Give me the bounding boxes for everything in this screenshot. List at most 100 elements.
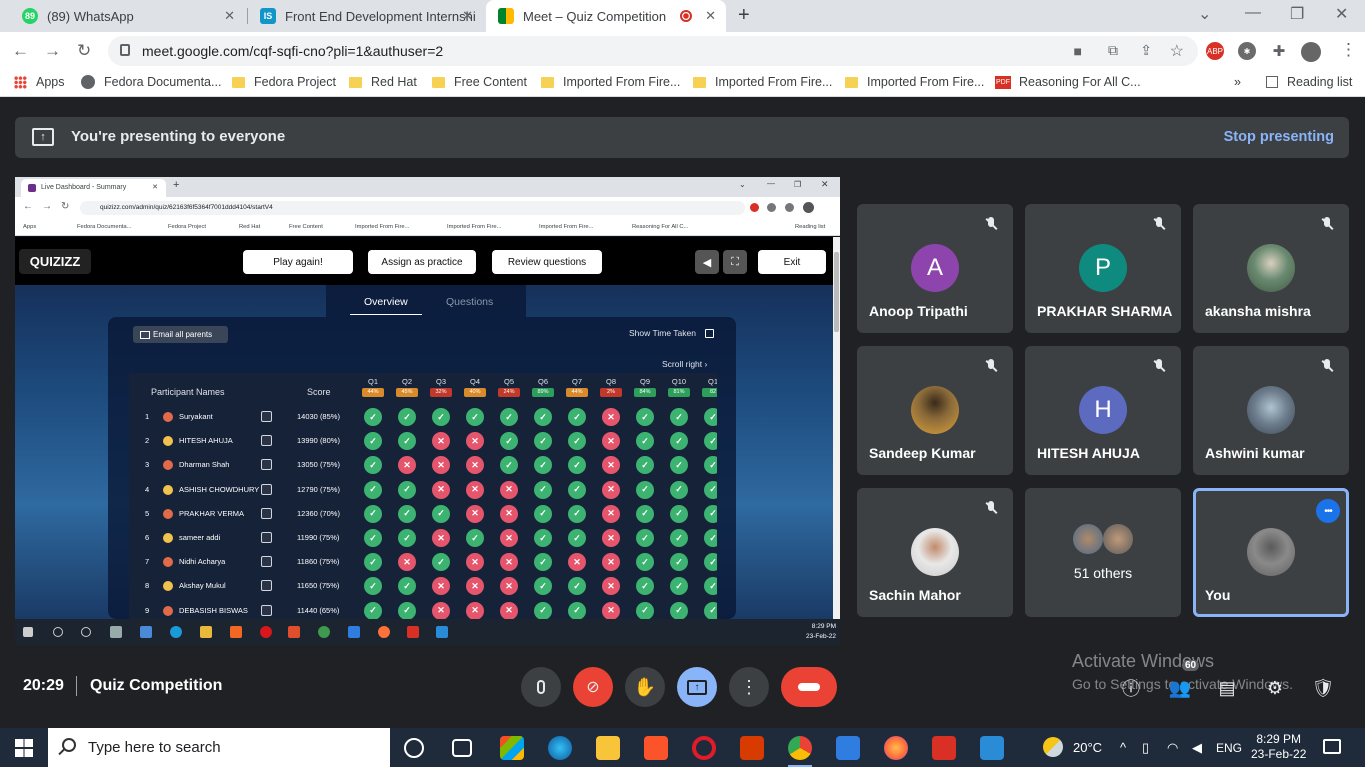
new-tab-button[interactable]: + — [738, 4, 750, 27]
correct-answer-icon: ✓ — [568, 504, 586, 523]
participant-tile[interactable]: A Anoop Tripathi — [857, 204, 1013, 333]
tab-internshala[interactable]: IS Front End Development Internshi ✕ — [248, 0, 483, 32]
participant-tile[interactable]: Sachin Mahor — [857, 488, 1013, 617]
tray-device-icon[interactable]: ▯ — [1142, 728, 1149, 767]
stop-presenting-button[interactable]: Stop presenting — [1224, 129, 1334, 145]
weather-temp[interactable]: 20°C — [1073, 728, 1102, 767]
mic-button[interactable] — [521, 667, 561, 707]
mic-off-icon — [983, 358, 999, 374]
chrome-icon[interactable] — [788, 736, 812, 760]
participant-tile[interactable]: Ashwini kumar — [1193, 346, 1349, 475]
bookmark-red-hat[interactable]: Red Hat — [349, 75, 417, 89]
raise-hand-button[interactable]: ✋ — [625, 667, 665, 707]
camera-icon[interactable]: ■ — [1074, 43, 1082, 59]
brave-icon[interactable] — [644, 736, 668, 760]
office-icon[interactable] — [740, 736, 764, 760]
correct-answer-icon: ✓ — [500, 456, 518, 475]
avatar-photo — [1247, 528, 1295, 576]
close-icon[interactable]: ✕ — [462, 8, 473, 24]
participant-tile[interactable]: Sandeep Kumar — [857, 346, 1013, 475]
people-icon[interactable]: 👥 — [1168, 676, 1192, 700]
minimize-icon[interactable]: — — [1245, 4, 1261, 22]
bookmark-imported-3[interactable]: Imported From Fire... — [845, 75, 984, 89]
share-icon[interactable]: ⇪ — [1140, 42, 1152, 59]
close-icon[interactable]: ✕ — [705, 8, 716, 24]
wrong-answer-icon: ✕ — [466, 480, 484, 499]
wrong-answer-icon: ✕ — [500, 480, 518, 499]
reload-icon[interactable]: ↻ — [77, 41, 91, 61]
wrong-answer-icon: ✕ — [602, 553, 620, 572]
bookmark-imported-2[interactable]: Imported From Fire... — [693, 75, 832, 89]
tab-search-icon[interactable]: ⌄ — [1198, 4, 1211, 24]
menu-kebab-icon[interactable]: ⋮ — [1340, 40, 1357, 60]
leave-call-button[interactable] — [781, 667, 837, 707]
bookmark-fedora-docs[interactable]: Fedora Documenta... — [81, 75, 221, 89]
meeting-details-icon[interactable]: ⓘ — [1119, 676, 1143, 700]
chat-icon[interactable]: ▤ — [1215, 676, 1239, 700]
back-icon[interactable]: ← — [12, 41, 29, 61]
bookmark-fedora-project[interactable]: Fedora Project — [232, 75, 336, 89]
close-icon[interactable]: ✕ — [224, 8, 235, 24]
bookmark-reasoning[interactable]: PDF Reasoning For All C... — [995, 75, 1141, 89]
self-tile[interactable]: ••• You — [1193, 488, 1349, 617]
quizizz-logo: QUIZIZZ — [19, 249, 91, 274]
correct-answer-icon: ✓ — [636, 577, 654, 596]
question-header: Q4 40% — [464, 377, 486, 397]
vscode-icon[interactable] — [980, 736, 1004, 760]
bookmark-apps[interactable]: Apps — [14, 75, 65, 89]
windows-start-icon[interactable] — [15, 739, 33, 757]
bookmark-free-content[interactable]: Free Content — [432, 75, 527, 89]
question-header: Q2 45% — [396, 377, 418, 397]
mail-icon[interactable] — [836, 736, 860, 760]
correct-answer-icon: ✓ — [364, 553, 382, 572]
bug-extension-icon[interactable]: ✱ — [1238, 42, 1256, 60]
volume-tray-icon[interactable]: ◀ — [1192, 728, 1202, 767]
notifications-icon[interactable] — [1323, 739, 1341, 754]
weather-icon[interactable] — [1043, 737, 1063, 757]
forward-icon[interactable]: → — [44, 41, 61, 61]
cortana-icon[interactable] — [404, 738, 424, 758]
bookmark-imported-1[interactable]: Imported From Fire... — [541, 75, 680, 89]
participant-tile[interactable]: H HITESH AHUJA — [1025, 346, 1181, 475]
activities-icon[interactable]: ⚙ — [1263, 676, 1287, 700]
acrobat-icon[interactable] — [932, 736, 956, 760]
participant-name: Anoop Tripathi — [869, 303, 968, 319]
accuracy-badge: 32% — [430, 388, 452, 397]
host-controls-icon[interactable]: 🛡 — [1311, 676, 1335, 700]
store-icon[interactable] — [500, 736, 524, 760]
taskbar-search[interactable]: Type here to search — [48, 728, 390, 767]
participant-tile[interactable]: akansha mishra — [1193, 204, 1349, 333]
adblock-icon[interactable]: ABP — [1206, 42, 1224, 60]
quizizz-dashboard: QUIZIZZ Play again! Assign as practice R… — [15, 237, 833, 619]
correct-answer-icon: ✓ — [670, 408, 688, 426]
tab-whatsapp[interactable]: 89 (89) WhatsApp ✕ — [10, 0, 245, 32]
present-button[interactable]: ↑ — [677, 667, 717, 707]
show-time-toggle: Show Time Taken — [629, 328, 714, 338]
participant-tile[interactable]: P PRAKHAR SHARMA — [1025, 204, 1181, 333]
address-bar[interactable]: meet.google.com/cqf-sqfi-cno?pli=1&authu… — [108, 36, 1198, 66]
more-options-button[interactable]: ⋮ — [729, 667, 769, 707]
wifi-icon[interactable]: ◠ — [1167, 728, 1178, 767]
open-external-icon[interactable]: ⧉ — [1108, 42, 1118, 59]
close-window-icon[interactable]: ✕ — [1335, 4, 1348, 24]
bookmark-star-icon[interactable]: ☆ — [1170, 41, 1184, 61]
edge-icon[interactable] — [548, 736, 572, 760]
tab-meet[interactable]: Meet – Quiz Competition ✕ — [486, 0, 726, 32]
firefox-icon[interactable] — [884, 736, 908, 760]
file-explorer-icon[interactable] — [596, 736, 620, 760]
more-bookmarks-icon[interactable]: » — [1234, 75, 1241, 89]
reading-list[interactable]: Reading list — [1266, 75, 1352, 89]
language-indicator[interactable]: ENG — [1216, 728, 1242, 767]
extensions-icon[interactable]: ✚ — [1270, 42, 1288, 60]
opera-icon[interactable] — [692, 736, 716, 760]
accuracy-badge: 81% — [668, 388, 690, 397]
tray-chevron-icon[interactable]: ^ — [1120, 728, 1126, 767]
score: 14030 (85%) — [297, 412, 340, 421]
shared-taskbar: 8:29 PM 23-Feb-22 — [15, 619, 840, 645]
profile-avatar[interactable] — [1301, 42, 1321, 62]
others-tile[interactable]: 51 others — [1025, 488, 1181, 617]
restore-icon[interactable]: ❐ — [1290, 4, 1304, 24]
camera-off-button[interactable]: ⊘ — [573, 667, 613, 707]
task-view-icon[interactable] — [452, 739, 472, 757]
taskbar-clock[interactable]: 8:29 PM 23-Feb-22 — [1251, 732, 1306, 762]
